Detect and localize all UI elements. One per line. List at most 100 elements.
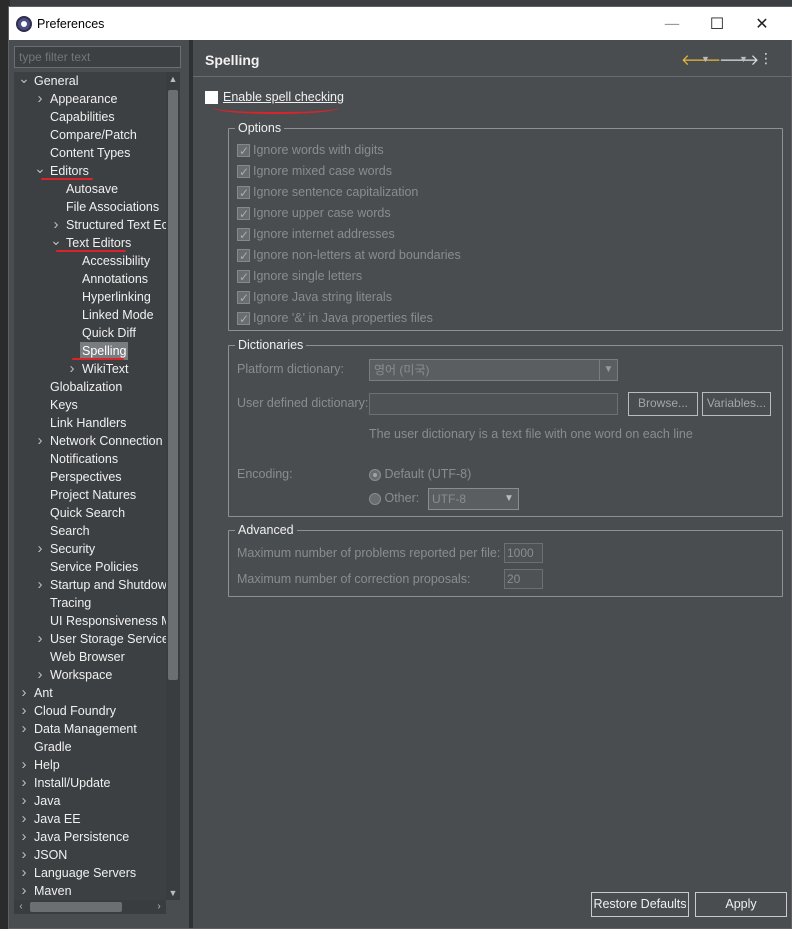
option-checkbox-row[interactable]: Ignore upper case words [237,204,391,223]
max-problems-input[interactable]: 1000 [504,543,543,563]
tree-item[interactable]: › Help [16,756,62,774]
tree-item[interactable]: › Startup and Shutdow [32,576,167,594]
tree-item[interactable]: Tracing [32,594,93,612]
expand-chevron-right-icon[interactable]: › [32,90,48,108]
tree-item[interactable]: › Cloud Foundry [16,702,118,720]
option-checkbox[interactable] [237,268,250,286]
tree-item[interactable]: Annotations [64,270,150,288]
tree-item[interactable]: Autosave [48,180,120,198]
expand-chevron-right-icon[interactable]: › [32,666,48,684]
scroll-down-arrow-icon[interactable]: ▼ [166,886,180,900]
expand-chevron-right-icon[interactable]: › [64,360,80,378]
tree-item[interactable]: Gradle [16,738,74,756]
max-proposals-input[interactable]: 20 [504,569,543,589]
tree-item[interactable]: › Workspace [32,666,114,684]
chevron-down-icon[interactable]: ▼ [599,360,617,380]
option-checkbox-row[interactable]: Ignore internet addresses [237,225,395,244]
tree-item[interactable]: › Appearance [32,90,119,108]
user-dictionary-input[interactable] [369,393,618,415]
scroll-thumb[interactable] [168,90,178,680]
expand-chevron-down-icon[interactable]: ⌄ [16,72,32,85]
tree-item[interactable]: › Ant [16,684,55,702]
expand-chevron-right-icon[interactable]: › [32,630,48,648]
restore-defaults-button[interactable]: Restore Defaults [591,892,689,917]
option-checkbox-row[interactable]: Ignore non-letters at word boundaries [237,246,461,265]
tree-item[interactable]: › Java EE [16,810,83,828]
close-button[interactable]: ✕ [739,11,785,37]
expand-chevron-right-icon[interactable]: › [16,792,32,810]
expand-chevron-right-icon[interactable]: › [16,864,32,882]
minimize-button[interactable]: — [649,11,695,37]
filter-input[interactable] [14,46,181,68]
tree-item[interactable]: Perspectives [32,468,124,486]
option-checkbox[interactable] [237,289,250,307]
platform-dictionary-select[interactable]: 영어 (미국) ▼ [369,359,618,381]
tree-item[interactable]: UI Responsiveness M [32,612,166,630]
expand-chevron-down-icon[interactable]: ⌄ [32,161,48,175]
tree-item[interactable]: Notifications [32,450,120,468]
expand-chevron-right-icon[interactable]: › [16,756,32,774]
option-checkbox[interactable] [237,226,250,244]
tree-item[interactable]: Content Types [32,144,132,162]
tree-item[interactable]: › JSON [16,846,69,864]
option-checkbox-row[interactable]: Ignore Java string literals [237,288,392,307]
option-checkbox-row[interactable]: Ignore single letters [237,267,362,286]
tree-item[interactable]: › WikiText [64,360,131,378]
option-checkbox[interactable] [237,184,250,202]
forward-dropdown-icon[interactable]: ▼ [739,54,748,64]
tree-item[interactable]: › Language Servers [16,864,138,882]
expand-chevron-right-icon[interactable]: › [16,684,32,702]
encoding-other-radio[interactable]: Other: [369,491,419,505]
tree-item[interactable]: › Java Persistence [16,828,131,846]
tree-vertical-scrollbar[interactable]: ▲ ▼ [166,72,180,900]
expand-chevron-right-icon[interactable]: › [32,432,48,450]
option-checkbox-row[interactable]: Ignore words with digits [237,141,384,160]
scroll-right-arrow-icon[interactable]: › [152,900,166,914]
tree-item[interactable]: Keys [32,396,80,414]
tree-item[interactable]: Compare/Patch [32,126,139,144]
tree-item[interactable]: Search [32,522,92,540]
tree-item[interactable]: Capabilities [32,108,117,126]
option-checkbox[interactable] [237,247,250,265]
expand-chevron-down-icon[interactable]: ⌄ [48,233,64,247]
tree-item[interactable]: Project Natures [32,486,138,504]
tree-item[interactable]: Globalization [32,378,124,396]
tree-item[interactable]: Link Handlers [32,414,128,432]
scroll-up-arrow-icon[interactable]: ▲ [166,72,180,86]
radio-selected[interactable] [369,468,381,481]
expand-chevron-right-icon[interactable]: › [16,720,32,738]
chevron-down-icon[interactable]: ▼ [500,489,518,509]
tree-item[interactable]: Quick Search [32,504,127,522]
option-checkbox[interactable] [237,142,250,160]
tree-item[interactable]: Accessibility [64,252,152,270]
expand-chevron-right-icon[interactable]: › [16,774,32,792]
tree-item[interactable]: Quick Diff [64,324,138,342]
expand-chevron-right-icon[interactable]: › [16,702,32,720]
tree-item[interactable]: Hyperlinking [64,288,153,306]
option-checkbox-row[interactable]: Ignore '&' in Java properties files [237,309,433,328]
tree-item[interactable]: › Install/Update [16,774,112,792]
tree-item[interactable]: › Network Connection [32,432,165,450]
expand-chevron-right-icon[interactable]: › [16,846,32,864]
option-checkbox-row[interactable]: Ignore sentence capitalization [237,183,418,202]
radio-unselected[interactable] [369,492,381,505]
more-menu-icon[interactable]: ⋮ [759,50,773,67]
apply-button[interactable]: Apply [695,892,787,917]
tree-item[interactable]: Service Policies [32,558,140,576]
option-checkbox[interactable] [237,205,250,223]
encoding-default-radio[interactable]: Default (UTF-8) [369,467,471,481]
tree-item[interactable]: Linked Mode [64,306,156,324]
preference-tree[interactable]: ⌄ General › Appearance Capabilities Compare/P… [14,72,166,900]
encoding-other-select[interactable]: UTF-8 ▼ [428,488,519,510]
variables-button[interactable]: Variables... [702,392,771,416]
maximize-button[interactable]: ☐ [694,11,740,37]
expand-chevron-right-icon[interactable]: › [16,828,32,846]
back-dropdown-icon[interactable]: ▼ [701,54,710,64]
expand-chevron-right-icon[interactable]: › [32,540,48,558]
scroll-thumb-horizontal[interactable] [30,902,122,912]
tree-item[interactable]: › Data Management [16,720,139,738]
option-checkbox-row[interactable]: Ignore mixed case words [237,162,392,181]
scroll-left-arrow-icon[interactable]: ‹ [14,900,28,914]
tree-item[interactable]: › Security [32,540,97,558]
expand-chevron-right-icon[interactable]: › [32,576,48,594]
